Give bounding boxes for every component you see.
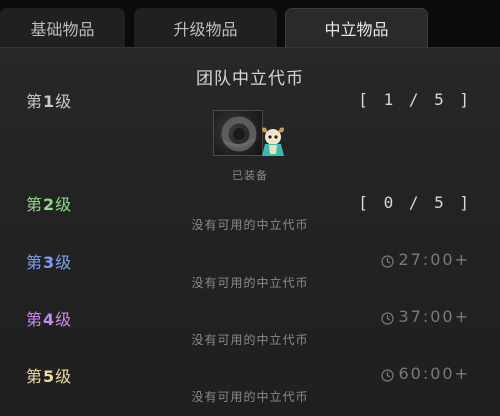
- tier-2-count: [ 0 / 5 ]: [358, 193, 472, 212]
- tier-5-timer: 60:00+: [381, 364, 470, 383]
- tier-number: 2: [43, 195, 56, 214]
- tier-number: 3: [43, 253, 56, 272]
- tier-prefix: 第: [26, 253, 44, 272]
- tier-prefix: 第: [26, 195, 44, 214]
- neutral-items-panel: 团队中立代币 第1级 [ 1 / 5 ] 已装备 第2级 [0 / 5] 没…: [0, 47, 500, 416]
- tab-bar: 基础物品 升级物品 中立物品: [0, 0, 500, 47]
- tier-number: 4: [43, 310, 56, 329]
- tier-prefix: 第: [26, 310, 44, 329]
- tier-3-label: 第3级: [26, 249, 72, 273]
- tier-2-empty-text: 没有可用的中立代币: [191, 218, 309, 232]
- tier-1-count: [ 1 / 5 ]: [358, 90, 472, 109]
- tier-5-empty-text: 没有可用的中立代币: [191, 390, 309, 404]
- tier-number: 1: [43, 92, 56, 111]
- tier-suffix: 级: [55, 195, 73, 214]
- hero-portrait-icon: [257, 124, 289, 156]
- clock-icon: [381, 253, 395, 268]
- tier-suffix: 级: [55, 253, 73, 272]
- tier-4-label: 第4级: [26, 306, 72, 330]
- tier-1-label: 第1级: [26, 88, 72, 112]
- tier-3-empty-text: 没有可用的中立代币: [191, 276, 309, 290]
- tab-basic-items[interactable]: 基础物品: [0, 8, 125, 47]
- clock-icon: [381, 367, 395, 382]
- tier-number: 5: [43, 367, 56, 386]
- tab-neutral-items[interactable]: 中立物品: [285, 8, 428, 47]
- tier-3-timer: 27:00+: [381, 250, 470, 269]
- tier-suffix: 级: [55, 367, 73, 386]
- neutral-token-icon[interactable]: [213, 110, 263, 156]
- tier-4-empty-text: 没有可用的中立代币: [191, 333, 309, 347]
- timer-text: 60:00+: [398, 364, 470, 383]
- tier-4-timer: 37:00+: [381, 307, 470, 326]
- tier-1-item[interactable]: [213, 110, 293, 156]
- tab-upgrade-items[interactable]: 升级物品: [134, 8, 277, 47]
- tier-prefix: 第: [26, 92, 44, 111]
- tier-suffix: 级: [55, 92, 73, 111]
- tier-2-label: 第2级: [26, 191, 72, 215]
- tier-5-label: 第5级: [26, 363, 72, 387]
- tier-suffix: 级: [55, 310, 73, 329]
- clock-icon: [381, 310, 395, 325]
- panel-title: 团队中立代币: [196, 69, 304, 89]
- timer-text: 37:00+: [398, 307, 470, 326]
- equipped-label: 已装备: [232, 169, 268, 182]
- timer-text: 27:00+: [398, 250, 470, 269]
- tier-prefix: 第: [26, 367, 44, 386]
